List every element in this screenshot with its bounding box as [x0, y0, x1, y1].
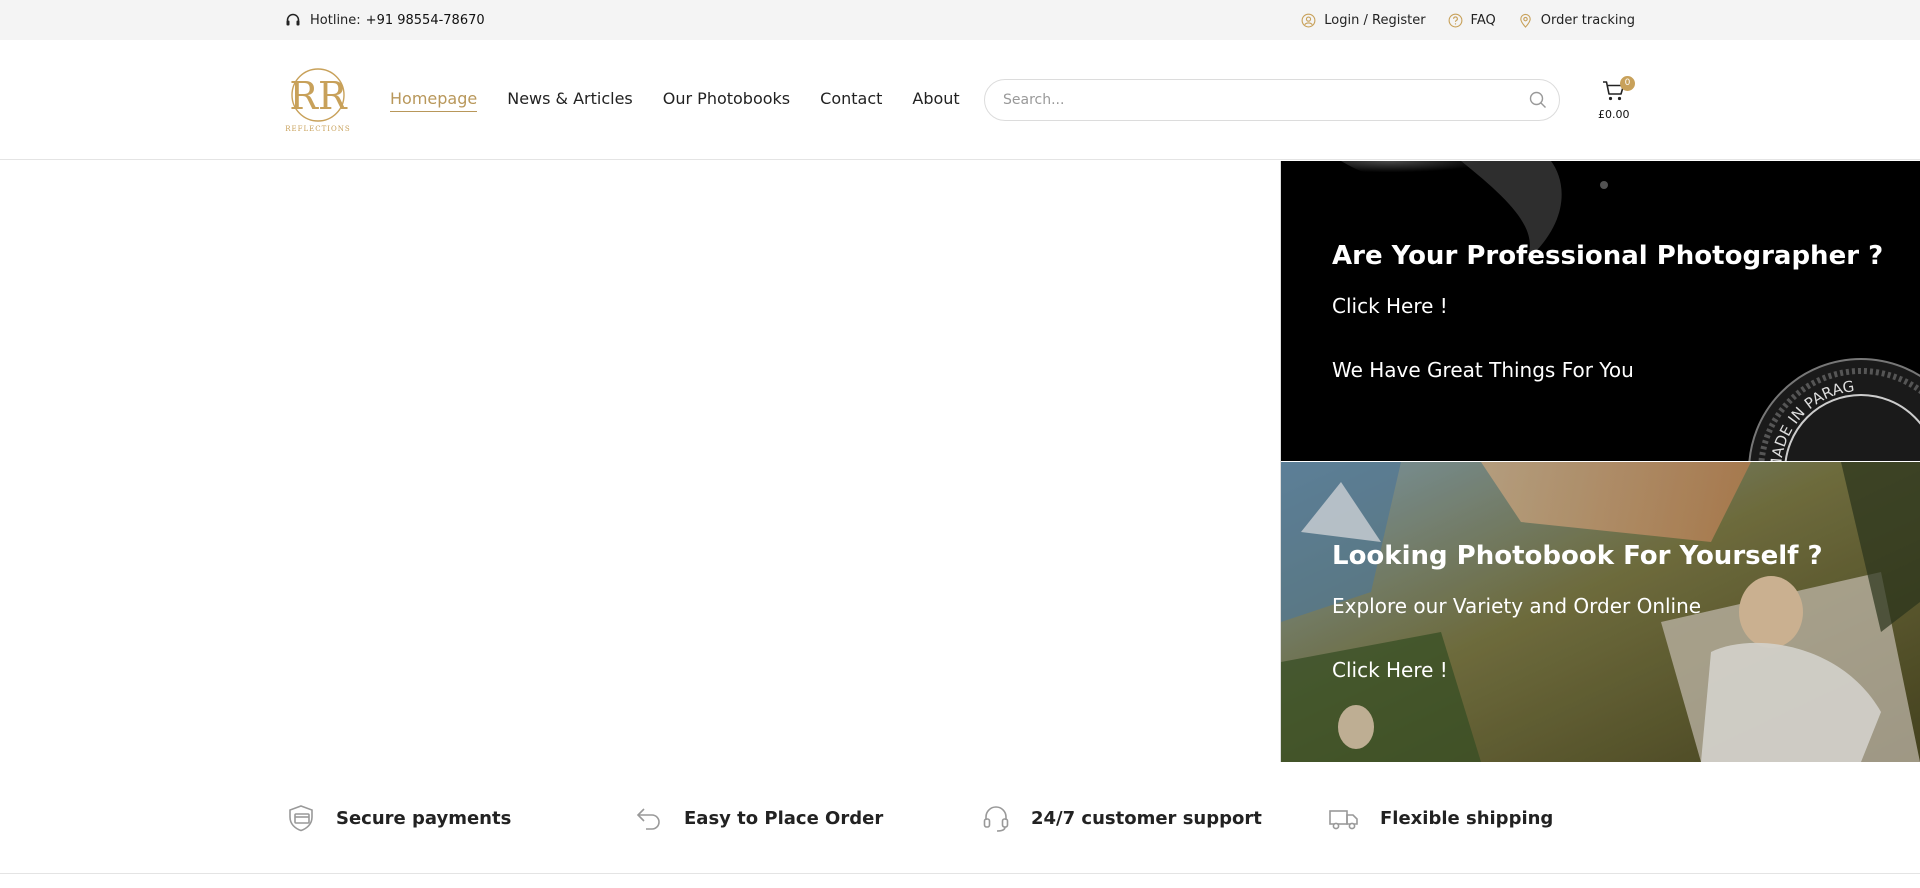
user-circle-icon: [1301, 13, 1316, 27]
headset-icon: [983, 806, 1009, 832]
top-links: Login / Register FAQ Order tracking: [1279, 0, 1635, 40]
headset-icon: [286, 13, 300, 26]
top-bar: Hotline: +91 98554-78670 Login / Registe…: [0, 0, 1920, 40]
order-tracking-label: Order tracking: [1540, 12, 1635, 28]
banner-photobook-cta[interactable]: Click Here !: [1332, 658, 1448, 682]
feature-secure-payments: Secure payments: [286, 762, 511, 874]
nav-about[interactable]: About: [912, 89, 959, 111]
banner-professional[interactable]: MADE IN PARAG Are Your Professional Phot…: [1281, 161, 1920, 461]
banner-professional-tagline: We Have Great Things For You: [1332, 358, 1634, 382]
shield-card-icon: [289, 805, 313, 832]
feature-easy-order: Easy to Place Order: [634, 762, 883, 874]
site-logo[interactable]: RR REFLECTIONS: [283, 66, 353, 134]
search-icon[interactable]: [1529, 91, 1547, 109]
main-nav: Homepage News & Articles Our Photobooks …: [390, 40, 990, 160]
features-bar: Secure payments Easy to Place Order 24/7…: [0, 762, 1920, 874]
logo-text: REFLECTIONS: [285, 125, 350, 133]
search-input[interactable]: [1003, 80, 1503, 120]
faq-link[interactable]: FAQ: [1448, 13, 1496, 28]
map-pin-icon: [1519, 13, 1531, 28]
login-register-label: Login / Register: [1324, 12, 1426, 28]
hotline: Hotline: +91 98554-78670: [285, 0, 485, 40]
hotline-number[interactable]: +91 98554-78670: [366, 13, 485, 28]
banner-photobook-title: Looking Photobook For Yourself ?: [1332, 541, 1823, 571]
feature-label: Easy to Place Order: [684, 807, 884, 829]
feature-flexible-shipping: Flexible shipping: [1328, 762, 1553, 874]
cart-total: £0.00: [1598, 108, 1630, 121]
banner-photobook-tagline: Explore our Variety and Order Online: [1332, 594, 1702, 618]
nav-homepage[interactable]: Homepage: [390, 89, 478, 112]
hotline-label: Hotline:: [310, 12, 361, 28]
order-tracking-link[interactable]: Order tracking: [1518, 13, 1635, 28]
banner-photobook[interactable]: Looking Photobook For Yourself ? Explore…: [1281, 462, 1920, 762]
main-header: RR REFLECTIONS Homepage News & Articles …: [0, 40, 1920, 160]
cart-button[interactable]: 0 £0.00: [1598, 76, 1635, 124]
feature-customer-support: 24/7 customer support: [981, 762, 1262, 874]
cart-count-badge: 0: [1620, 76, 1635, 91]
nav-news-articles[interactable]: News & Articles: [507, 89, 633, 111]
nav-our-photobooks[interactable]: Our Photobooks: [663, 89, 790, 111]
feature-label: Flexible shipping: [1380, 807, 1554, 829]
banner-professional-title: Are Your Professional Photographer ?: [1332, 241, 1884, 271]
truck-icon: [1329, 810, 1358, 830]
undo-arrow-icon: [636, 808, 660, 830]
search-box: [984, 79, 1560, 121]
feature-label: 24/7 customer support: [1031, 807, 1262, 829]
nav-contact[interactable]: Contact: [820, 89, 882, 111]
svg-text:RR: RR: [289, 74, 348, 118]
login-register-link[interactable]: Login / Register: [1301, 12, 1426, 28]
question-circle-icon: [1448, 13, 1462, 27]
feature-label: Secure payments: [336, 807, 512, 829]
banner-professional-cta[interactable]: Click Here !: [1332, 294, 1448, 318]
faq-label: FAQ: [1470, 12, 1496, 28]
